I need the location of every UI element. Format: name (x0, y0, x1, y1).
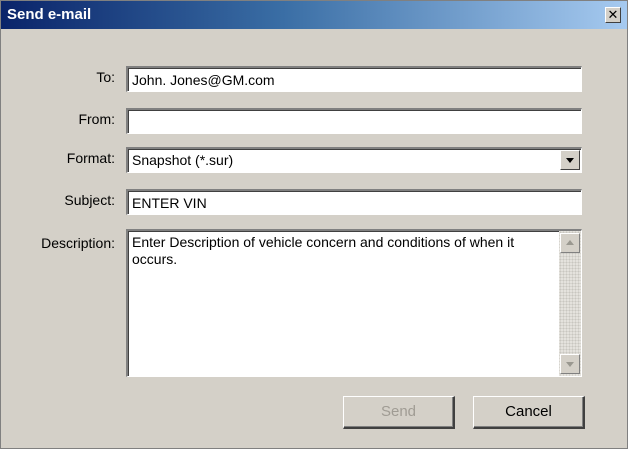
format-dropdown-button[interactable] (560, 150, 580, 170)
title-bar[interactable]: Send e-mail ✕ (1, 1, 627, 29)
description-textarea[interactable]: Enter Description of vehicle concern and… (126, 229, 582, 377)
subject-field[interactable] (126, 189, 582, 215)
description-scrollbar[interactable] (559, 231, 581, 376)
close-button[interactable]: ✕ (605, 7, 621, 23)
scroll-up-arrow-icon (566, 240, 574, 245)
description-text: Enter Description of vehicle concern and… (132, 234, 515, 267)
subject-label: Subject: (64, 192, 115, 208)
close-icon: ✕ (607, 7, 619, 22)
to-label: To: (96, 69, 115, 85)
chevron-down-icon (566, 158, 574, 163)
format-select[interactable]: Snapshot (*.sur) (126, 147, 582, 173)
scroll-down-button[interactable] (560, 354, 580, 374)
from-field[interactable] (126, 108, 582, 134)
from-label: From: (78, 111, 115, 127)
send-email-dialog: Send e-mail ✕ To: From: Format: Snapshot… (0, 0, 628, 449)
scroll-down-arrow-icon (566, 362, 574, 367)
cancel-button[interactable]: Cancel (473, 396, 585, 429)
send-button[interactable]: Send (343, 396, 455, 429)
format-label: Format: (66, 150, 115, 166)
scroll-up-button[interactable] (560, 233, 580, 253)
format-selected-value: Snapshot (*.sur) (132, 152, 234, 168)
to-field[interactable] (126, 66, 582, 92)
window-title: Send e-mail (7, 6, 92, 23)
description-label: Description: (41, 235, 115, 251)
